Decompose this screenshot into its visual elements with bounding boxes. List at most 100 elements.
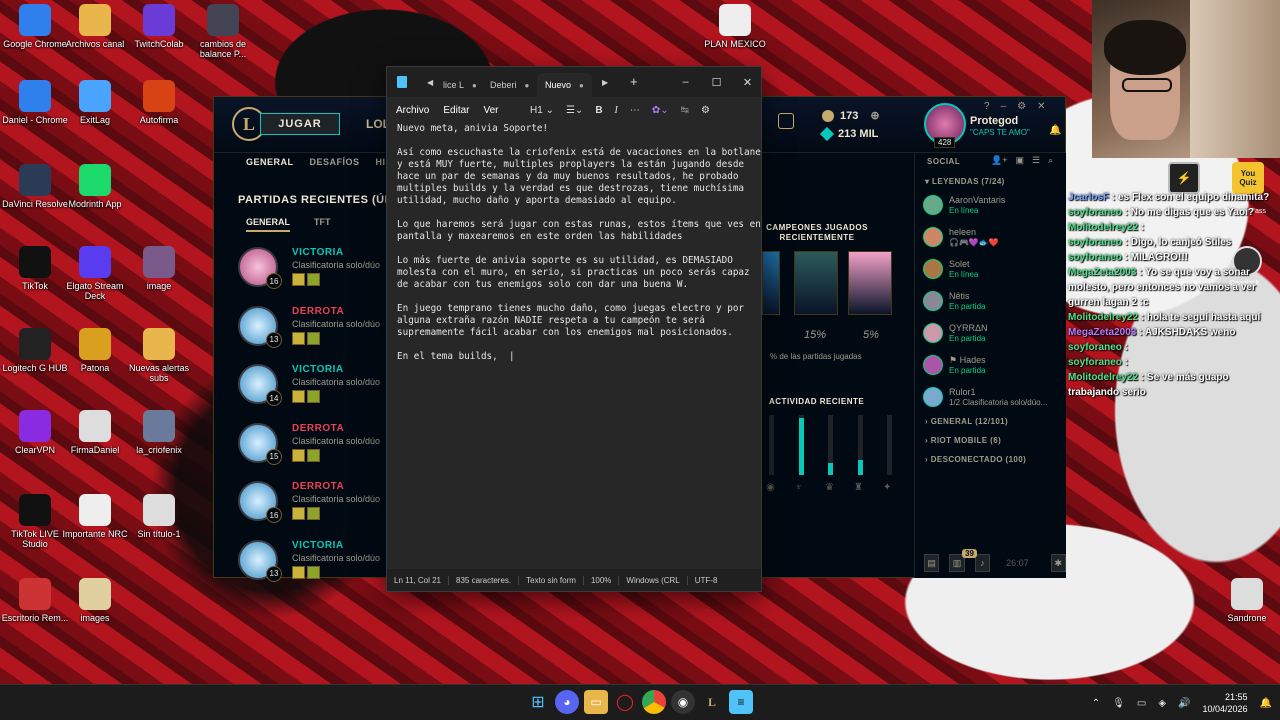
- start-icon[interactable]: ⊞: [526, 690, 550, 714]
- desktop-shortcut[interactable]: Nuevas alertas subs: [124, 328, 194, 383]
- desktop-shortcut[interactable]: Importante NRC: [60, 494, 130, 539]
- loot-icon[interactable]: [778, 113, 794, 129]
- copilot-icon[interactable]: ✿⌄: [652, 105, 669, 116]
- tab-general[interactable]: GENERAL: [246, 157, 294, 167]
- match-row[interactable]: 16 DERROTA Clasificatoria solo/dúo: [238, 479, 398, 523]
- friend-item[interactable]: Solet En línea: [923, 257, 1063, 285]
- play-button[interactable]: JUGAR: [260, 113, 340, 135]
- desktop-shortcut[interactable]: Sin título-1: [124, 494, 194, 539]
- desktop-shortcut[interactable]: images: [60, 578, 130, 623]
- group-general[interactable]: › GENERAL (12/101): [925, 417, 1008, 426]
- mic-icon[interactable]: ♪: [974, 554, 991, 572]
- settings-icon[interactable]: ⚙: [1017, 101, 1026, 112]
- friend-item[interactable]: Nêtis En partida: [923, 289, 1063, 317]
- friend-item[interactable]: QYRRΔN En partida: [923, 321, 1063, 349]
- obs-icon[interactable]: ◉: [671, 690, 695, 714]
- match-row[interactable]: 15 DERROTA Clasificatoria solo/dúo: [238, 421, 398, 465]
- display-icon[interactable]: ▭: [1137, 698, 1146, 709]
- zoom-level[interactable]: 100%: [584, 575, 620, 585]
- clock[interactable]: 21:55 10/04/2026: [1203, 691, 1248, 715]
- italic-button[interactable]: I: [615, 105, 618, 116]
- desktop-shortcut[interactable]: ExitLag: [60, 80, 130, 125]
- volume-icon[interactable]: 🔊: [1178, 698, 1190, 709]
- match-row[interactable]: 13 DERROTA Clasificatoria solo/dúo: [238, 304, 398, 348]
- desktop-shortcut[interactable]: Modrinth App: [60, 164, 130, 209]
- group-legends[interactable]: ▾ LEYENDAS (7/24): [925, 177, 1005, 186]
- add-rp-icon[interactable]: ⊕: [870, 109, 879, 122]
- menu-archivo[interactable]: Archivo: [396, 105, 429, 116]
- tab-scroll-right-icon[interactable]: ▶: [602, 78, 608, 87]
- desktop-shortcut[interactable]: Autofirma: [124, 80, 194, 125]
- chrome-icon[interactable]: [642, 690, 666, 714]
- friend-item[interactable]: ⚑ Hades En partida: [923, 353, 1063, 381]
- subtab-general[interactable]: GENERAL: [246, 217, 291, 232]
- desktop-shortcut[interactable]: cambios de balance P...: [188, 4, 258, 59]
- menu-editar[interactable]: Editar: [443, 105, 469, 116]
- close-icon[interactable]: ✕: [732, 67, 763, 97]
- opera-icon[interactable]: ◯: [613, 690, 637, 714]
- desktop-shortcut[interactable]: PLAN MEXICO: [700, 4, 770, 49]
- tray-chevron-icon[interactable]: ⌃: [1092, 698, 1100, 709]
- heading-dropdown[interactable]: H1 ⌄: [530, 105, 554, 116]
- tab-challenges[interactable]: DESAFÍOS: [310, 157, 360, 167]
- minimize-icon[interactable]: –: [670, 67, 701, 97]
- league-icon[interactable]: L: [700, 690, 724, 714]
- friend-item[interactable]: AaronVantaris En línea: [923, 193, 1063, 221]
- notepad-editor[interactable]: Nuevo meta, anivia Soporte! Así como escu…: [397, 123, 761, 563]
- chat-message: soyforaneo : No me digas que es Yaoi?: [1068, 205, 1280, 220]
- settings-icon[interactable]: ⚙: [701, 105, 710, 116]
- menu-ver[interactable]: Ver: [483, 105, 498, 116]
- match-row[interactable]: 16 VICTORIA Clasificatoria solo/dúo: [238, 245, 398, 289]
- profile-status[interactable]: "CAPS TE AMO": [970, 128, 1030, 137]
- avatar: [923, 195, 943, 215]
- add-friend-icon[interactable]: 👤+: [991, 155, 1007, 166]
- encoding[interactable]: UTF-8: [688, 576, 725, 585]
- friend-item[interactable]: Rulor1 1/2 Clasificatoria solo/dúo...: [923, 385, 1063, 413]
- new-tab-icon[interactable]: +: [630, 74, 638, 89]
- bold-button[interactable]: B: [595, 105, 602, 116]
- subtab-tft[interactable]: TFT: [314, 217, 331, 232]
- desktop-shortcut[interactable]: la_criofenix: [124, 410, 194, 455]
- bug-icon[interactable]: ✱: [1050, 554, 1066, 572]
- notifications-icon[interactable]: 🔔: [1049, 125, 1061, 136]
- match-subtabs: GENERAL TFT: [246, 217, 331, 232]
- notepad-tab-2[interactable]: Deberi ●: [482, 73, 537, 97]
- close-icon[interactable]: ✕: [1037, 101, 1045, 112]
- chat-icon[interactable]: ▤: [924, 554, 940, 572]
- help-icon[interactable]: ?: [984, 101, 990, 112]
- desktop-shortcut[interactable]: TwitchColab: [124, 4, 194, 49]
- desktop-shortcut[interactable]: Elgato Stream Deck: [60, 246, 130, 301]
- match-row[interactable]: 14 VICTORIA Clasificatoria solo/dúo: [238, 362, 398, 406]
- notepad-icon[interactable]: ≡: [729, 690, 753, 714]
- notifications-icon[interactable]: 🔔: [1260, 698, 1272, 709]
- discord-icon[interactable]: ◕: [555, 690, 579, 714]
- desktop-shortcut[interactable]: image: [124, 246, 194, 291]
- maximize-icon[interactable]: ☐: [701, 67, 732, 97]
- group-riot-mobile[interactable]: › RIOT MOBILE (6): [925, 436, 1001, 445]
- markdown-icon[interactable]: ↹: [681, 105, 689, 116]
- desktop-shortcut[interactable]: Patona: [60, 328, 130, 373]
- tab-scroll-left-icon[interactable]: ◀: [427, 78, 433, 87]
- friend-item[interactable]: heleen 🎧🎮💜🐟❤️: [923, 225, 1063, 253]
- desktop-shortcut[interactable]: FirmaDaniel: [60, 410, 130, 455]
- desktop-shortcut[interactable]: Sandrone: [1212, 578, 1280, 623]
- notepad-tab-3[interactable]: Nuevo ●: [537, 73, 592, 97]
- minimize-icon[interactable]: –: [1001, 101, 1007, 112]
- item-icon: [307, 565, 320, 579]
- group-offline[interactable]: › DESCONECTADO (100): [925, 455, 1026, 464]
- desktop-shortcut-label: ExitLag: [79, 115, 111, 125]
- mic-icon[interactable]: 🎙: [1112, 698, 1125, 709]
- network-icon[interactable]: ◈: [1158, 698, 1166, 709]
- format-mode[interactable]: Texto sin form: [519, 575, 584, 585]
- file-explorer-icon[interactable]: ▭: [584, 690, 608, 714]
- list-icon[interactable]: ☰: [1032, 155, 1040, 166]
- notepad-tab-1[interactable]: lice L ●: [435, 73, 485, 97]
- add-folder-icon[interactable]: ▣: [1015, 155, 1024, 166]
- match-row[interactable]: 13 VICTORIA Clasificatoria solo/dúo: [238, 538, 398, 582]
- list-dropdown-icon[interactable]: ☰⌄: [566, 105, 583, 116]
- line-ending[interactable]: Windows (CRL: [619, 575, 688, 585]
- more-icon[interactable]: ⋯: [630, 105, 640, 116]
- search-icon[interactable]: ⌕: [1048, 155, 1053, 166]
- desktop-shortcut[interactable]: Archivos canal: [60, 4, 130, 49]
- rp-balance[interactable]: 173 ⊕: [822, 109, 880, 122]
